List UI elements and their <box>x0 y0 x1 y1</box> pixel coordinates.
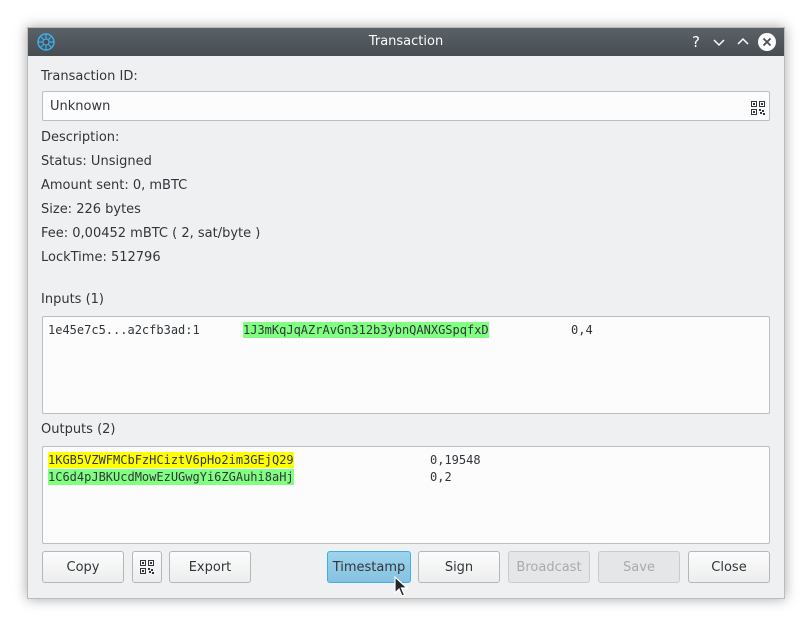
window-title: Transaction <box>368 34 444 49</box>
qr-code-icon[interactable] <box>751 101 765 115</box>
size-label: Size: 226 bytes <box>41 202 141 217</box>
outputs-list[interactable]: 1KGB5VZWFMCbFzHCiztV6pHo2im3GEjQ29 0,195… <box>42 446 770 544</box>
mouse-cursor-icon <box>394 576 408 597</box>
input-prevout: 1e45e7c5...a2cfb3ad:1 <box>48 323 200 337</box>
qr-code-button[interactable] <box>132 551 162 583</box>
copy-button[interactable]: Copy <box>42 551 124 583</box>
inputs-list[interactable]: 1e45e7c5...a2cfb3ad:1 1J3mKqJqAZrAvGn312… <box>42 316 770 414</box>
qr-code-icon <box>140 560 154 574</box>
output-amount-2: 0,2 <box>430 470 452 484</box>
broadcast-button[interactable]: Broadcast <box>508 551 590 583</box>
txid-label: Transaction ID: <box>41 69 138 84</box>
description-label: Description: <box>41 130 120 145</box>
close-window-button[interactable] <box>757 32 777 52</box>
txid-field[interactable]: Unknown <box>42 91 770 121</box>
txid-value: Unknown <box>50 99 111 114</box>
outputs-label: Outputs (2) <box>41 422 116 437</box>
help-button[interactable]: ? <box>686 32 706 52</box>
inputs-label: Inputs (1) <box>41 292 104 307</box>
amount-label: Amount sent: 0, mBTC <box>41 178 188 193</box>
sign-button[interactable]: Sign <box>418 551 500 583</box>
fee-label: Fee: 0,00452 mBTC ( 2, sat/byte ) <box>41 226 261 241</box>
status-label: Status: Unsigned <box>41 154 152 169</box>
input-amount: 0,4 <box>571 323 593 337</box>
save-button[interactable]: Save <box>598 551 680 583</box>
output-amount-1: 0,19548 <box>430 453 481 467</box>
minimize-button[interactable] <box>709 32 729 52</box>
help-icon: ? <box>692 33 700 51</box>
chevron-up-icon <box>737 37 749 45</box>
locktime-label: LockTime: 512796 <box>41 250 161 265</box>
output-address-1: 1KGB5VZWFMCbFzHCiztV6pHo2im3GEjQ29 <box>48 452 294 468</box>
close-button[interactable]: Close <box>688 551 770 583</box>
chevron-down-icon <box>713 39 725 47</box>
transaction-dialog: Transaction ? Transaction ID: Unknown De… <box>27 27 785 599</box>
output-address-2: 1C6d4pJBKUcdMowEzUGwgYi6ZGAuhi8aHj <box>48 469 294 485</box>
maximize-button[interactable] <box>733 32 753 52</box>
input-address: 1J3mKqJqAZrAvGn312b3ybnQANXGSpqfxD <box>243 322 489 338</box>
export-button[interactable]: Export <box>169 551 251 583</box>
title-bar[interactable]: Transaction ? <box>28 28 784 56</box>
close-icon <box>758 33 776 51</box>
